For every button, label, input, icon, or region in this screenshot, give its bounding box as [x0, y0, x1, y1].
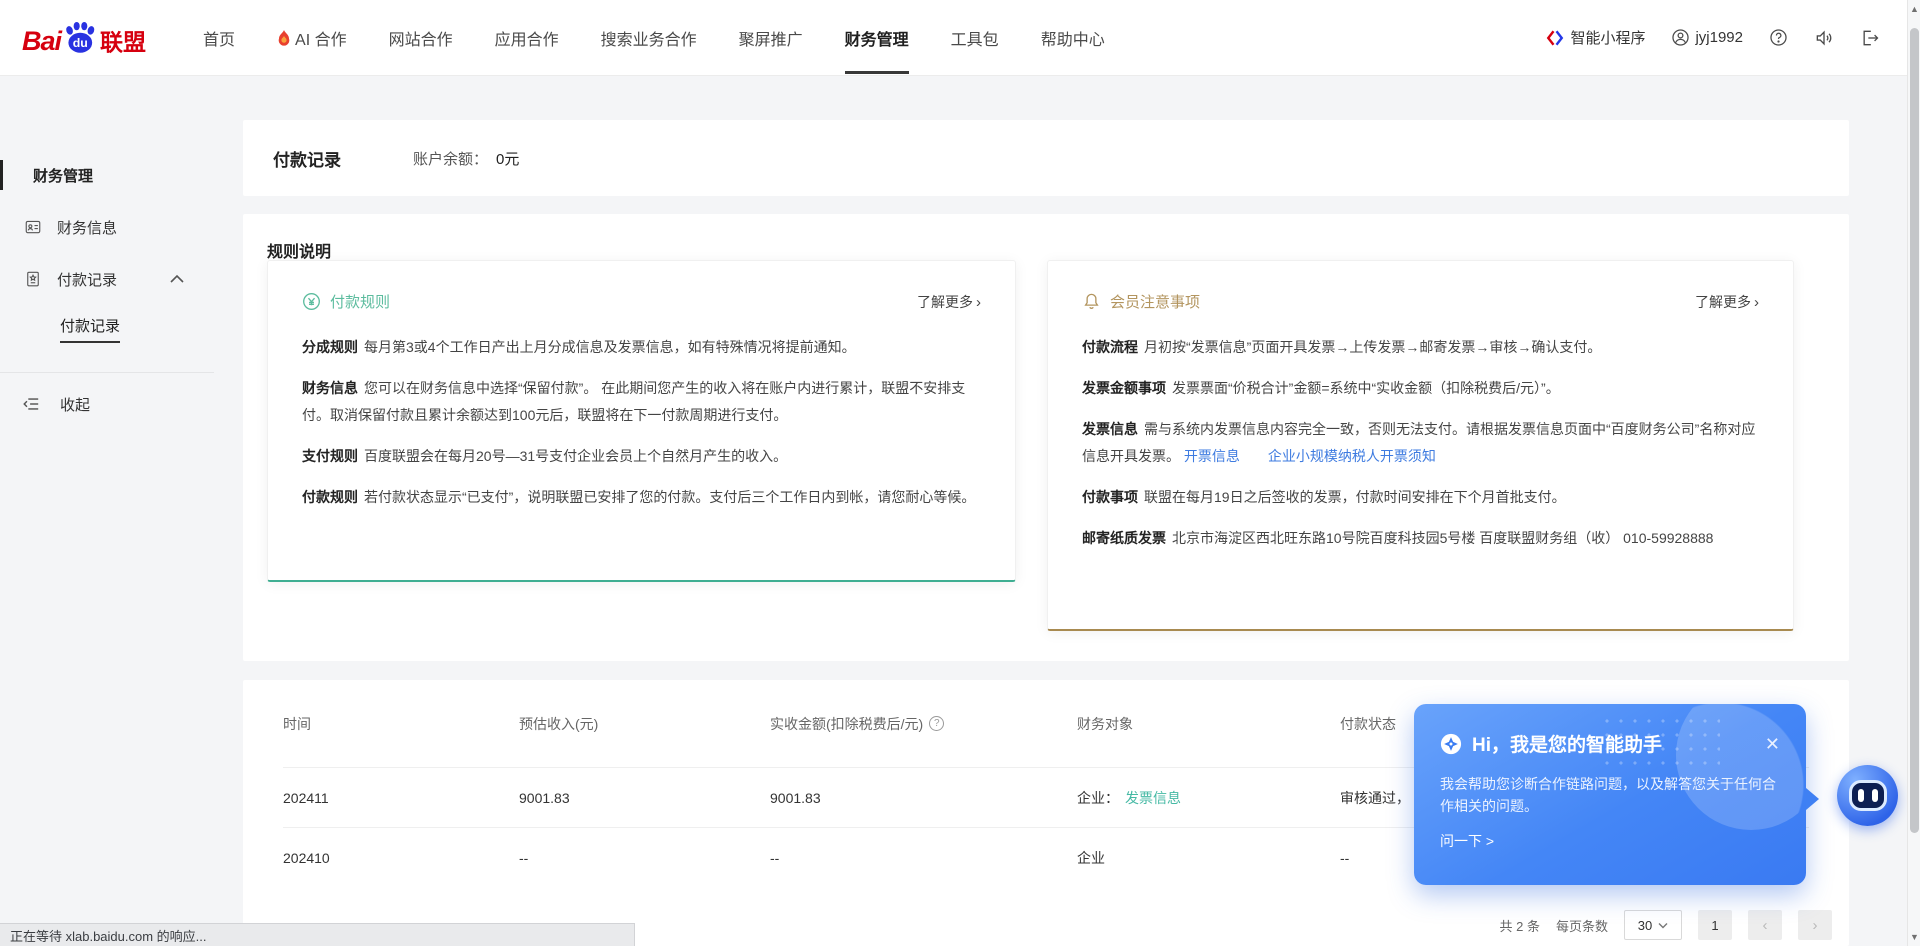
invoice-info-link[interactable]: 开票信息	[1184, 448, 1240, 464]
total-count: 共 2 条	[1500, 916, 1540, 935]
rule-item: 付款规则若付款状态显示“已支付”，说明联盟已安排了您的付款。支付后三个工作日内到…	[302, 484, 981, 511]
scroll-up-arrow[interactable]: ▲	[1908, 4, 1920, 14]
payment-rules-box: 付款规则 了解更多› 分成规则每月第3或4个工作日产出上月分成信息及发票信息，如…	[267, 260, 1016, 582]
browser-status-bar: 正在等待 xlab.baidu.com 的响应...	[0, 923, 635, 946]
nav-item-website[interactable]: 网站合作	[389, 0, 453, 76]
payment-rules-more-link[interactable]: 了解更多›	[917, 292, 981, 312]
sidebar-item-finance-info[interactable]: 财务信息	[0, 212, 217, 242]
close-icon[interactable]: ✕	[1765, 735, 1780, 753]
col-header-actual: 实收金额(扣除税费后/元) ?	[770, 714, 1077, 734]
top-navigation: Bai du 联盟 首页 AI 合作 网站合作 应用合作 搜索业务合作 聚屏推广…	[0, 0, 1920, 76]
help-icon[interactable]	[1769, 28, 1788, 47]
rule-item: 邮寄纸质发票北京市海淀区西北旺东路10号院百度科技园5号楼 百度联盟财务组（收）…	[1082, 525, 1759, 552]
speaker-icon[interactable]	[1814, 28, 1834, 48]
sidebar-subitem-payment-record[interactable]: 付款记录	[0, 314, 217, 344]
nav-menu: 首页 AI 合作 网站合作 应用合作 搜索业务合作 聚屏推广 财务管理 工具包 …	[182, 0, 1126, 76]
logo-text-union: 联盟	[100, 23, 146, 57]
rules-section-title: 规则说明	[267, 238, 1849, 262]
id-card-icon	[24, 218, 42, 236]
col-header-estimated: 预估收入(元)	[519, 714, 770, 734]
scroll-down-arrow[interactable]: ▼	[1908, 932, 1920, 942]
mini-program-icon	[1546, 29, 1564, 47]
rule-item: 支付规则百度联盟会在每月20号—31号支付企业会员上个自然月产生的收入。	[302, 443, 981, 470]
rule-item: 分成规则每月第3或4个工作日产出上月分成信息及发票信息，如有特殊情况将提前通知。	[302, 334, 981, 361]
robot-face-icon	[1849, 780, 1887, 811]
nav-item-finance[interactable]: 财务管理	[845, 0, 909, 76]
logout-icon[interactable]	[1860, 28, 1880, 48]
sidebar-item-payment-record[interactable]: 付款记录	[0, 264, 217, 294]
sidebar-divider	[0, 372, 214, 373]
assistant-message: 我会帮助您诊断合作链路问题，以及解答您关于任何合作相关的问题。	[1440, 773, 1780, 817]
column-help-icon[interactable]: ?	[929, 716, 944, 731]
rule-item: 发票金额事项发票票面“价税合计”金额=系统中“实收金额（扣除税费后/元）”。	[1082, 375, 1759, 402]
chevron-up-icon[interactable]	[170, 274, 184, 284]
payment-rules-title: 付款规则	[330, 291, 390, 312]
scrollbar-thumb[interactable]	[1910, 28, 1919, 833]
col-header-finance-object: 财务对象	[1077, 714, 1340, 734]
sidebar: 财务管理 财务信息 付款记录	[0, 76, 217, 946]
account-balance: 账户余额：0元	[413, 148, 519, 169]
small-taxpayer-notice-link[interactable]: 企业小规模纳税人开票须知	[1268, 448, 1436, 464]
nav-item-search-business[interactable]: 搜索业务合作	[601, 0, 697, 76]
nav-item-help-center[interactable]: 帮助中心	[1041, 0, 1105, 76]
pagination: 共 2 条 每页条数 30 1 ‹ ›	[1500, 910, 1832, 940]
member-notes-more-link[interactable]: 了解更多›	[1695, 292, 1759, 312]
sidebar-collapse-button[interactable]: 收起	[0, 389, 217, 419]
member-notes-title: 会员注意事项	[1110, 291, 1200, 312]
popup-pointer-arrow	[1806, 788, 1819, 810]
assistant-title: Hi，我是您的智能助手	[1472, 730, 1662, 757]
status-text: 正在等待 xlab.baidu.com 的响应...	[10, 926, 207, 945]
assistant-popup: Hi，我是您的智能助手 ✕ 我会帮助您诊断合作链路问题，以及解答您关于任何合作相…	[1414, 704, 1806, 885]
user-icon	[1671, 28, 1690, 47]
balance-value: 0元	[496, 151, 519, 168]
nav-item-ai[interactable]: AI 合作	[277, 0, 347, 76]
svg-text:du: du	[73, 36, 88, 50]
chevron-right-icon: ›	[1754, 294, 1759, 311]
rules-card: 规则说明 付款规则 了解更多› 分成规则每月第3或4个工作日产出上月分成信息及发…	[243, 214, 1849, 661]
rule-item: 付款事项联盟在每月19日之后签收的发票，付款时间安排在下个月首批支付。	[1082, 484, 1759, 511]
per-page-label: 每页条数	[1556, 916, 1608, 935]
paw-icon: du	[61, 19, 99, 57]
next-page-button[interactable]: ›	[1798, 910, 1832, 940]
page-title: 付款记录	[273, 146, 341, 171]
nav-right-group: 智能小程序 jyj1992	[1546, 27, 1920, 48]
chevron-down-icon	[1658, 922, 1668, 929]
rule-item: 付款流程月初按“发票信息”页面开具发票→上传发票→邮寄发票→审核→确认支付。	[1082, 334, 1759, 361]
ask-now-link[interactable]: 问一下 >	[1440, 831, 1780, 851]
rule-item: 财务信息您可以在财务信息中选择“保留付款”。 在此期间您产生的收入将在账户内进行…	[302, 375, 981, 429]
nav-item-toolkit[interactable]: 工具包	[951, 0, 999, 76]
prev-page-button[interactable]: ‹	[1748, 910, 1782, 940]
logo-text-bai: Bai	[22, 26, 61, 57]
nav-item-home[interactable]: 首页	[203, 0, 235, 76]
per-page-select[interactable]: 30	[1624, 910, 1682, 940]
page-number-button[interactable]: 1	[1698, 910, 1732, 940]
bell-icon	[1082, 292, 1101, 311]
compass-icon	[1440, 733, 1462, 755]
nav-item-app[interactable]: 应用合作	[495, 0, 559, 76]
baidu-union-logo[interactable]: Bai du 联盟	[22, 19, 154, 57]
certificate-icon	[24, 270, 42, 288]
collapse-icon	[22, 396, 40, 412]
page-header-card: 付款记录 账户余额：0元	[243, 120, 1849, 196]
nav-item-screen-promo[interactable]: 聚屏推广	[739, 0, 803, 76]
vertical-scrollbar[interactable]: ▲ ▼	[1907, 0, 1920, 946]
coin-icon	[302, 292, 321, 311]
member-notes-box: 会员注意事项 了解更多› 付款流程月初按“发票信息”页面开具发票→上传发票→邮寄…	[1047, 260, 1794, 631]
rule-item: 发票信息需与系统内发票信息内容完全一致，否则无法支付。请根据发票信息页面中“百度…	[1082, 416, 1759, 470]
mini-program-entry[interactable]: 智能小程序	[1546, 27, 1645, 48]
col-header-time: 时间	[283, 714, 519, 734]
user-account[interactable]: jyj1992	[1671, 28, 1743, 47]
sidebar-title: 财务管理	[0, 160, 217, 190]
invoice-info-table-link[interactable]: 发票信息	[1125, 790, 1181, 806]
fire-icon	[277, 30, 291, 46]
chevron-right-icon: ›	[976, 294, 981, 311]
assistant-robot-avatar[interactable]	[1837, 765, 1898, 826]
